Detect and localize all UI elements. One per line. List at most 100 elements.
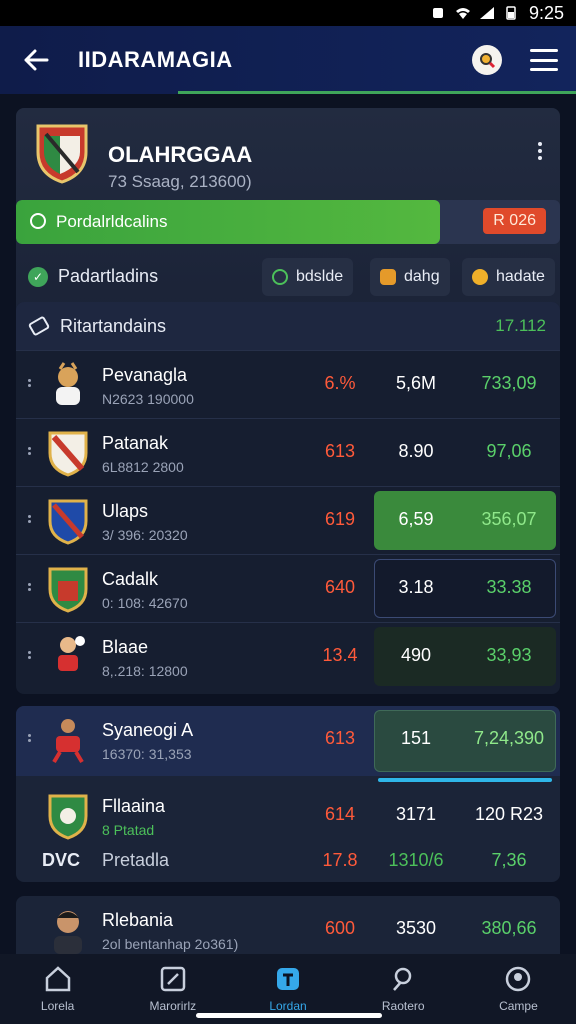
nav-home-label: Lorela xyxy=(40,999,75,1013)
row-name: Syaneogi A xyxy=(102,720,194,740)
row-col3: 33,93 xyxy=(486,645,532,665)
clock: 9:25 xyxy=(528,2,564,23)
nav-matches-label: Marorirlz xyxy=(149,999,197,1013)
table-title: Ritartandains xyxy=(60,315,167,336)
filter-chip-1-label: bdslde xyxy=(296,268,344,285)
team-subtitle: 73 Ssaag, 213600) xyxy=(108,172,252,191)
filter-label-text: Padartladins xyxy=(58,266,159,286)
check-icon: ✓ xyxy=(28,266,48,287)
filter-chip-3-label: hadate xyxy=(496,268,545,285)
edit-icon xyxy=(160,966,186,992)
drag-handle[interactable] xyxy=(28,447,32,455)
crest-icon xyxy=(48,431,88,477)
filter-chip-1[interactable]: bdslde xyxy=(262,258,354,296)
row-col2: 490 xyxy=(400,645,432,665)
row-sub: 0: 108: 42670 xyxy=(102,595,188,611)
row-name: Cadalk xyxy=(102,569,159,589)
row-col2: 3530 xyxy=(395,918,437,938)
table-row[interactable]: Blaae 8,.218: 12800 13.4 490 33,93 xyxy=(16,622,560,690)
row-sub: 3/ 396: 20320 xyxy=(102,527,188,543)
filter-chip-2[interactable]: dahg xyxy=(370,258,450,296)
tag-icon xyxy=(380,269,396,285)
row-name: Ulaps xyxy=(102,501,149,521)
battery-icon xyxy=(506,6,516,20)
drag-handle[interactable] xyxy=(28,651,32,659)
team-crest-icon xyxy=(36,124,88,184)
row-col1: 6.% xyxy=(324,373,356,393)
page-title: IIDARAMAGIA xyxy=(78,47,233,72)
search-button[interactable] xyxy=(472,45,502,75)
row-sub: N2623 190000 xyxy=(102,391,194,407)
status-icons xyxy=(431,6,519,20)
nav-stats-label: Raotero xyxy=(381,999,425,1013)
row-col3: 7,36 xyxy=(491,850,527,870)
home-indicator[interactable] xyxy=(196,1013,382,1018)
menu-button[interactable] xyxy=(530,49,558,71)
signal-icon xyxy=(479,7,494,19)
row-col1: 613 xyxy=(324,728,356,748)
row-col1: 13.4 xyxy=(322,645,358,665)
home-icon xyxy=(45,966,70,992)
row-sub: 2ol bentanhap 2o361) xyxy=(102,936,239,952)
row-col1: 619 xyxy=(324,509,356,529)
profile-icon xyxy=(506,966,531,992)
mascot-avatar-icon xyxy=(56,362,80,405)
row-col2: 1310/6 xyxy=(388,850,444,870)
featured-card: Syaneogi A 16370: 31,353 613 151 7,24,39… xyxy=(16,706,560,882)
tag-icon xyxy=(27,315,51,337)
table-row[interactable]: Cadalk 0: 108: 42670 640 3.18 33.38 xyxy=(16,554,560,622)
search-icon xyxy=(480,53,496,69)
row-col2: 6,59 xyxy=(398,509,434,529)
table-row[interactable]: Pevanagla N2623 190000 6.% 5,6M 733,09 xyxy=(16,350,560,418)
drag-handle[interactable] xyxy=(28,515,32,523)
row-col3: 7,24,390 xyxy=(473,728,545,748)
nav-home[interactable]: Lorela xyxy=(0,954,115,1024)
arrow-left-icon xyxy=(24,49,49,71)
more-options-button[interactable] xyxy=(538,142,544,160)
drag-handle[interactable] xyxy=(28,734,32,742)
drag-handle[interactable] xyxy=(28,583,32,591)
nav-profile[interactable]: Campe xyxy=(461,954,576,1024)
table-row[interactable]: Syaneogi A 16370: 31,353 613 151 7,24,39… xyxy=(16,706,560,776)
crest-icon xyxy=(48,567,88,613)
row-col1: 614 xyxy=(324,804,356,824)
table-header-value: 17.112 xyxy=(495,316,546,335)
row-sub: 16370: 31,353 xyxy=(102,746,192,762)
row-col1: 640 xyxy=(324,577,356,597)
app-bar: IIDARAMAGIA xyxy=(0,26,576,94)
row-col3: 380,66 xyxy=(481,918,537,938)
table-row[interactable]: Rlebania 2ol bentanhap 2o361) 600 3530 3… xyxy=(16,896,560,960)
status-bar: 9:25 xyxy=(0,0,576,26)
row-col3: 33.38 xyxy=(486,577,532,597)
player-avatar-icon xyxy=(54,911,82,954)
filter-row: ✓ Padartladins bdslde dahg hadate xyxy=(16,256,560,298)
table-row[interactable]: Ulaps 3/ 396: 20320 619 6,59 356,07 xyxy=(16,486,560,554)
progress-icon xyxy=(30,213,46,229)
table-row[interactable]: DVC Pretadla 17.8 1310/6 7,36 xyxy=(16,838,560,882)
filter-chip-3[interactable]: hadate xyxy=(462,258,555,296)
nav-profile-label: Campe xyxy=(499,999,538,1013)
standings-table: Ritartandains 17.112 Pevanagla N2623 190… xyxy=(16,302,560,694)
row-col1: 613 xyxy=(324,441,356,461)
row-col3: 733,09 xyxy=(481,373,537,393)
row-sub: 6L8812 2800 xyxy=(102,459,184,475)
row-name: Pretadla xyxy=(102,850,170,870)
row-col3: 356,07 xyxy=(481,509,537,529)
wifi-icon xyxy=(455,8,470,19)
table-row[interactable]: Patanak 6L8812 2800 613 8.90 97,06 xyxy=(16,418,560,486)
player-avatar-icon xyxy=(52,719,84,764)
row-col2: 5,6M xyxy=(395,373,437,393)
player-avatar-icon xyxy=(58,636,85,671)
row-col1: 17.8 xyxy=(322,850,358,870)
filter-label: ✓ Padartladins xyxy=(28,266,158,287)
row-col3: 120 R23 xyxy=(474,804,544,824)
team-name: OLAHRGGAA xyxy=(108,142,253,167)
row-col3: 97,06 xyxy=(486,441,532,461)
drag-handle[interactable] xyxy=(28,379,32,387)
filter-chip-2-label: dahg xyxy=(404,268,440,285)
table-header: Ritartandains 17.112 xyxy=(16,302,560,350)
row-name: Fllaaina xyxy=(102,796,166,816)
progress-badge: R 026 xyxy=(483,208,546,234)
back-button[interactable] xyxy=(18,42,54,78)
notification-icon xyxy=(432,8,443,18)
